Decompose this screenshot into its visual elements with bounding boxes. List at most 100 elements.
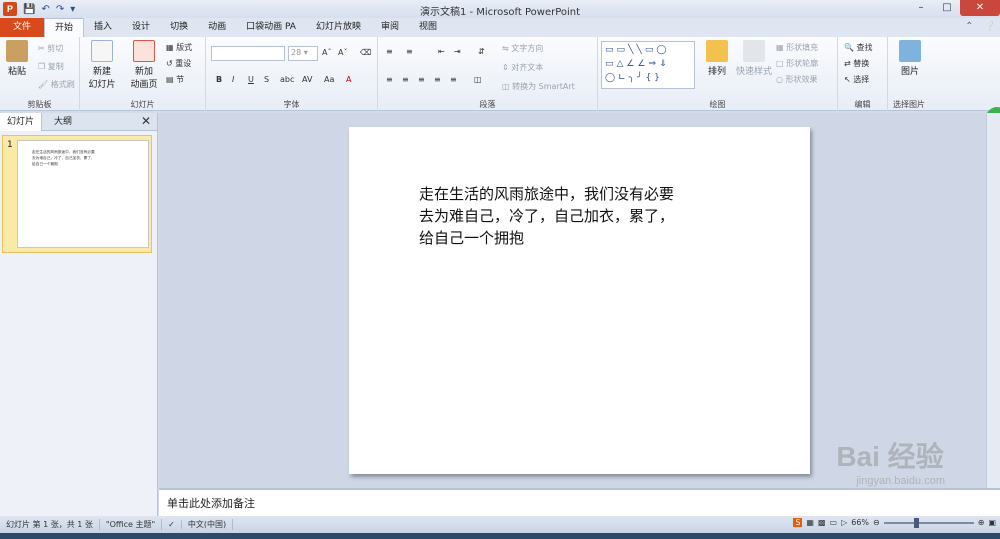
tab-pocket-animation[interactable]: 口袋动画 PA [236, 18, 306, 37]
ime-icon[interactable]: S [793, 518, 803, 527]
font-shrink-icon[interactable]: Aˇ [338, 48, 347, 57]
zoom-slider-knob[interactable] [913, 517, 919, 528]
vertical-scrollbar[interactable] [986, 113, 1000, 488]
italic-button[interactable]: I [232, 75, 234, 84]
notes-pane[interactable]: 单击此处添加备注 [159, 488, 1000, 516]
slide-canvas[interactable]: 走在生活的风雨旅途中，我们没有必要 去为难自己，冷了，自己加衣，累了， 给自己一… [349, 127, 810, 474]
bold-button[interactable]: B [216, 75, 222, 84]
layout-button[interactable]: ▦ 版式 [166, 42, 192, 53]
collapse-ribbon-icon[interactable]: ⌃ [965, 21, 973, 32]
align-left-icon[interactable]: ≡ [386, 75, 393, 84]
text-direction-button[interactable]: ⇋ 文字方向 [502, 43, 543, 54]
paste-button[interactable]: 粘贴 [4, 40, 30, 77]
strikethrough-button[interactable]: abc [280, 75, 294, 84]
new-slide-icon [91, 40, 113, 62]
minimize-button[interactable]: – [908, 0, 934, 16]
quick-styles-button[interactable]: 快速样式 [734, 40, 774, 77]
new-slide-button[interactable]: 新建 幻灯片 [84, 40, 120, 90]
section-button[interactable]: ▤ 节 [166, 74, 184, 85]
format-painter-button[interactable]: 🖌 格式刷 [38, 79, 75, 90]
increase-indent-icon[interactable]: ⇥ [454, 47, 461, 56]
theme-name[interactable]: "Office 主题" [100, 519, 163, 530]
thumb-line-3: 给自己一个拥抱 [32, 162, 58, 166]
font-color-button[interactable]: A [346, 75, 351, 84]
copy-button[interactable]: ❐ 复制 [38, 61, 64, 72]
group-label-paragraph: 段落 [479, 100, 496, 109]
tab-slideshow[interactable]: 幻灯片放映 [306, 18, 371, 37]
spellcheck-icon[interactable]: ✓ [162, 520, 182, 529]
font-grow-icon[interactable]: Aˆ [322, 48, 331, 57]
new-animation-page-button[interactable]: 新加 动画页 [124, 40, 164, 90]
undo-icon[interactable]: ↶ [41, 4, 49, 15]
align-center-icon[interactable]: ≡ [402, 75, 409, 84]
maximize-button[interactable]: □ [934, 0, 960, 16]
select-button[interactable]: ↖ 选择 [844, 74, 869, 85]
change-case-button[interactable]: Aa [324, 75, 334, 84]
tab-view[interactable]: 视图 [409, 18, 447, 37]
shape-fill-button[interactable]: ▦ 形状填充 [776, 42, 818, 53]
redo-icon[interactable]: ↷ [56, 4, 64, 15]
zoom-level[interactable]: 66% [851, 518, 869, 527]
shapes-gallery[interactable]: ▭▭╲╲▭◯ ▭△∠∠⇒⇓ ◯∟╮╯{} [601, 41, 695, 89]
help-icon[interactable]: ❔ [984, 21, 996, 32]
taskbar [0, 533, 1000, 539]
notes-placeholder: 单击此处添加备注 [167, 497, 255, 510]
group-label-slides: 幻灯片 [130, 100, 155, 109]
zoom-in-icon[interactable]: ⊕ [978, 518, 985, 527]
customize-qat-icon[interactable]: ▾ [70, 4, 75, 15]
reading-view-icon[interactable]: ▭ [830, 518, 838, 527]
zoom-out-icon[interactable]: ⊖ [873, 518, 880, 527]
arrange-button[interactable]: 排列 [702, 40, 732, 77]
slideshow-icon[interactable]: ▷ [841, 518, 847, 527]
replace-button[interactable]: ⇄ 替换 [844, 58, 869, 69]
cut-button[interactable]: ✂ 剪切 [38, 43, 63, 54]
align-text-button[interactable]: ⇕ 对齐文本 [502, 62, 543, 73]
font-size-input[interactable]: 28 ▾ [288, 46, 318, 61]
tab-transitions[interactable]: 切换 [160, 18, 198, 37]
close-panel-icon[interactable]: ✕ [141, 114, 151, 128]
font-name-input[interactable] [211, 46, 285, 61]
slide-line-3: 给自己一个拥抱 [419, 229, 525, 247]
tab-design[interactable]: 设计 [122, 18, 160, 37]
slide-text-box[interactable]: 走在生活的风雨旅途中，我们没有必要 去为难自己，冷了，自己加衣，累了， 给自己一… [419, 183, 739, 249]
reset-button[interactable]: ↺ 重设 [166, 58, 191, 69]
columns-icon[interactable]: ◫ [474, 75, 482, 84]
tab-review[interactable]: 审阅 [371, 18, 409, 37]
find-button[interactable]: 🔍 查找 [844, 42, 873, 53]
bullets-icon[interactable]: ≡ [386, 47, 393, 56]
convert-smartart-button[interactable]: ◫ 转换为 SmartArt [502, 81, 575, 92]
thumb-number: 1 [7, 140, 13, 150]
tab-home[interactable]: 开始 [44, 18, 85, 37]
close-button[interactable]: ✕ [960, 0, 1000, 16]
slide-thumbnail-selected[interactable]: 1 走在生活的风雨旅途中，我们没有必要 去为难自己，冷了，自己加衣，累了， 给自… [2, 135, 152, 253]
slide-thumbnail[interactable]: 走在生活的风雨旅途中，我们没有必要 去为难自己，冷了，自己加衣，累了， 给自己一… [17, 140, 149, 248]
language-indicator[interactable]: 中文(中国) [182, 519, 234, 530]
slide-sorter-icon[interactable]: ▩ [818, 518, 826, 527]
picture-button[interactable]: 图片 [896, 40, 924, 77]
normal-view-icon[interactable]: ▦ [806, 518, 814, 527]
shape-outline-button[interactable]: □ 形状轮廓 [776, 58, 818, 69]
tab-insert[interactable]: 插入 [84, 18, 122, 37]
zoom-slider[interactable] [883, 517, 974, 528]
tab-outline-panel[interactable]: 大纲 [42, 113, 84, 131]
save-icon[interactable]: 💾 [23, 4, 35, 15]
decrease-indent-icon[interactable]: ⇤ [438, 47, 445, 56]
underline-button[interactable]: U [248, 75, 254, 84]
fit-slide-icon[interactable]: ▣ [988, 518, 996, 527]
align-right-icon[interactable]: ≡ [418, 75, 425, 84]
ribbon: 粘贴 ✂ 剪切 ❐ 复制 🖌 格式刷 剪贴板 新建 幻灯片 新加 动画页 ▦ 版… [0, 37, 1000, 139]
numbering-icon[interactable]: ≡ [406, 47, 413, 56]
powerpoint-logo-icon[interactable]: P [3, 2, 17, 16]
tab-file[interactable]: 文件 [0, 18, 45, 37]
char-spacing-button[interactable]: AV [302, 75, 312, 84]
shadow-button[interactable]: S [264, 75, 269, 84]
shapes-grid: ▭▭╲╲▭◯ ▭△∠∠⇒⇓ ◯∟╮╯{} [605, 45, 670, 83]
tab-slides-panel[interactable]: 幻灯片 [0, 113, 42, 131]
group-label-editing: 编辑 [854, 100, 871, 109]
clear-formatting-icon[interactable]: ⌫ [360, 48, 371, 57]
distributed-icon[interactable]: ≡ [450, 75, 457, 84]
tab-animations[interactable]: 动画 [198, 18, 236, 37]
justify-icon[interactable]: ≡ [434, 75, 441, 84]
shape-effects-button[interactable]: ○ 形状效果 [776, 74, 818, 85]
line-spacing-icon[interactable]: ⇵ [478, 47, 485, 56]
